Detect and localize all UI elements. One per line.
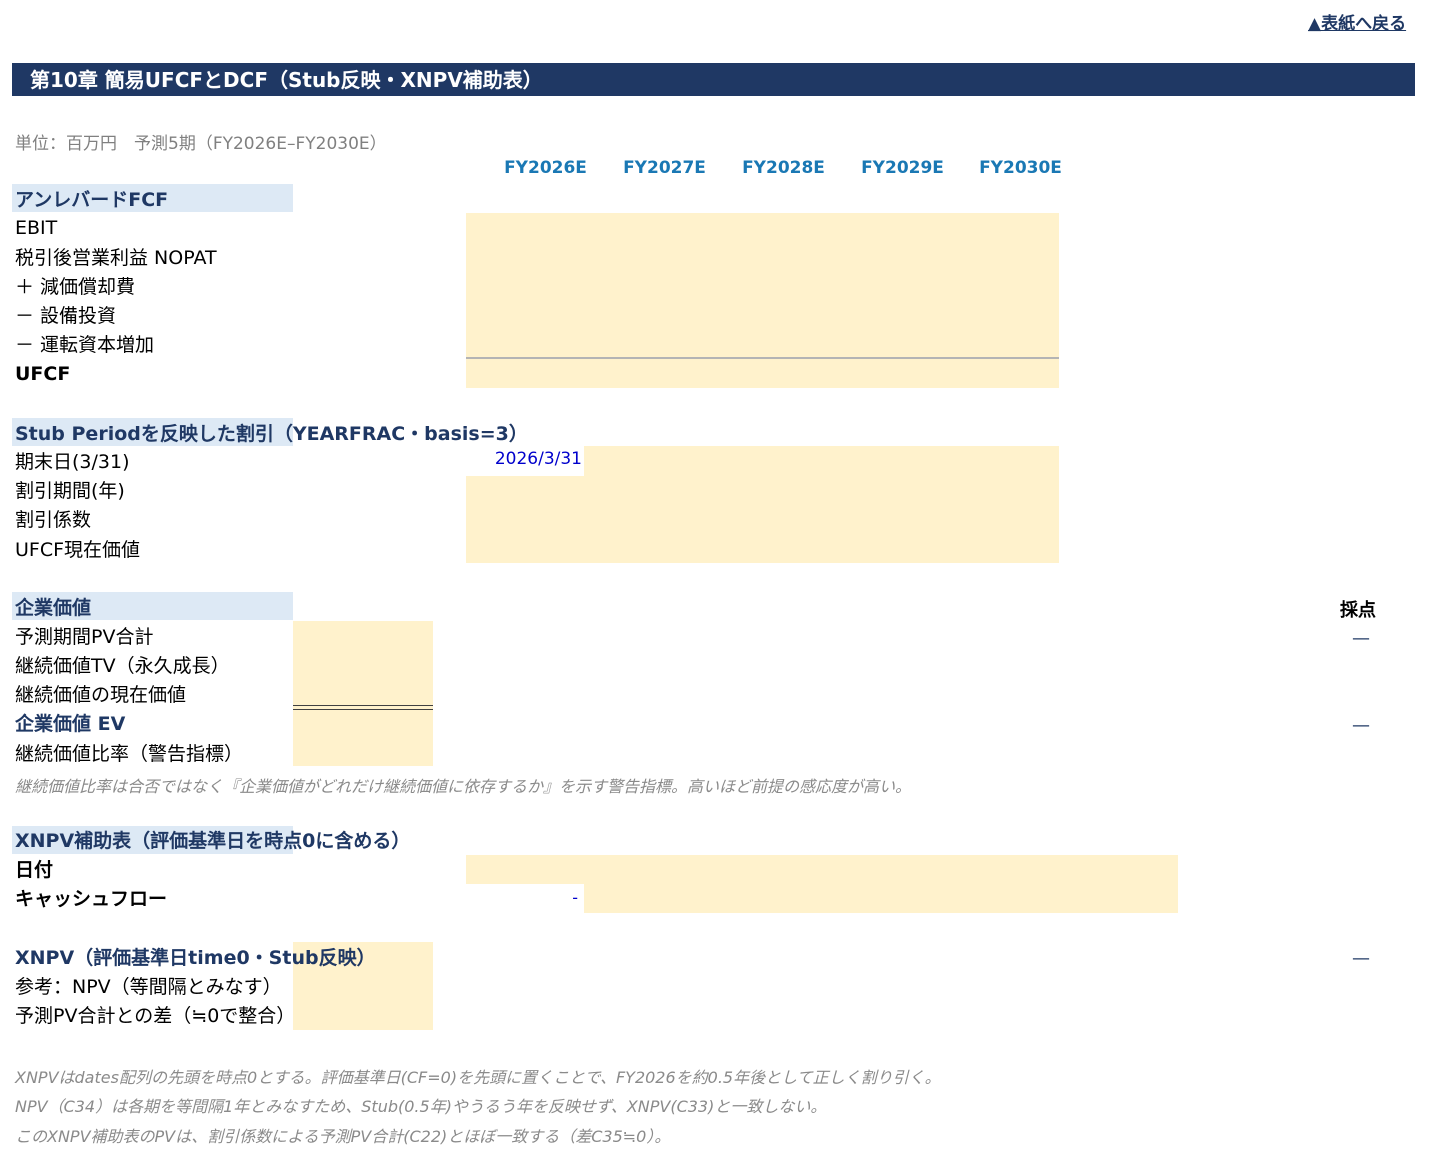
score-mark: —: [1352, 628, 1370, 649]
terminal-ratio-note: 継続価値比率は合否ではなく『企業価値がどれだけ継続価値に依存するか』を示す警告指…: [15, 777, 912, 796]
forecast-pv-sum-label: 予測期間PV合計: [15, 626, 154, 648]
nopat-label: 税引後営業利益 NOPAT: [15, 247, 217, 269]
xnpv-note: NPV（C34）は各期を等間隔1年とみなすため、Stub(0.5年)やうるう年を…: [15, 1097, 827, 1116]
working-capital-label: － 運転資本増加: [15, 334, 155, 356]
terminal-value-pv-label: 継続価値の現在価値: [15, 684, 187, 706]
ev-double-border: [293, 705, 433, 710]
terminal-value-label: 継続価値TV（永久成長）: [15, 655, 230, 677]
ebit-label: EBIT: [15, 217, 58, 239]
xnpv-date-input-area[interactable]: [466, 855, 1178, 884]
period-end-label: 期末日(3/31): [15, 451, 130, 473]
ev-input-area[interactable]: [293, 621, 433, 766]
npv-reference-label: 参考：NPV（等間隔とみなす）: [15, 976, 282, 998]
xnpv-note: このXNPV補助表のPVは、割引係数による予測PV合計(C22)とほぼ一致する（…: [15, 1127, 671, 1146]
xnpv-table-title: XNPV補助表（評価基準日を時点0に含める）: [15, 830, 411, 852]
ufcf-section-title: アンレバードFCF: [15, 189, 169, 211]
xnpv-result-title: XNPV（評価基準日time0・Stub反映）: [15, 947, 376, 969]
first-period-end-date[interactable]: 2026/3/31: [466, 449, 582, 469]
xnpv-cf-input-area[interactable]: [584, 884, 1178, 913]
score-mark: —: [1352, 715, 1370, 736]
xnpv-cashflow-label: キャッシュフロー: [15, 888, 168, 910]
stub-input-area[interactable]: [584, 446, 1059, 476]
column-header: FY2030E: [979, 158, 1062, 178]
chapter-title: 第10章 簡易UFCFとDCF（Stub反映・XNPV補助表）: [30, 68, 543, 92]
stub-section-title: Stub Periodを反映した割引（YEARFRAC・basis=3）: [15, 423, 528, 445]
pv-difference-label: 予測PV合計との差（≒0で整合）: [15, 1005, 296, 1027]
depreciation-label: ＋ 減価償却費: [15, 276, 136, 298]
xnpv-cf-first-value[interactable]: -: [466, 888, 578, 907]
column-header: FY2027E: [623, 158, 706, 178]
ufcf-subtotal-border: [466, 357, 1059, 359]
ufcf-pv-label: UFCF現在価値: [15, 539, 141, 561]
column-header: FY2028E: [742, 158, 825, 178]
enterprise-value-label: 企業価値 EV: [15, 713, 126, 735]
capex-label: － 設備投資: [15, 305, 117, 327]
column-header: FY2026E: [504, 158, 587, 178]
ufcf-total-label: UFCF: [15, 363, 71, 385]
xnpv-note: XNPVはdates配列の先頭を時点0とする。評価基準日(CF=0)を先頭に置く…: [15, 1068, 941, 1087]
column-header: FY2029E: [861, 158, 944, 178]
unit-note: 単位：百万円 予測5期（FY2026E–FY2030E）: [15, 134, 387, 154]
discount-factor-label: 割引係数: [15, 509, 92, 531]
score-mark: —: [1352, 948, 1370, 969]
ev-section-title: 企業価値: [15, 597, 92, 619]
score-header: 採点: [1340, 600, 1376, 621]
back-to-cover-link[interactable]: ▲表紙へ戻る: [1308, 9, 1406, 34]
stub-input-area[interactable]: [466, 476, 1059, 563]
ufcf-input-area[interactable]: [466, 213, 1059, 388]
xnpv-date-label: 日付: [15, 859, 54, 881]
discount-period-label: 割引期間(年): [15, 480, 125, 502]
terminal-value-ratio-label: 継続価値比率（警告指標）: [15, 743, 244, 765]
